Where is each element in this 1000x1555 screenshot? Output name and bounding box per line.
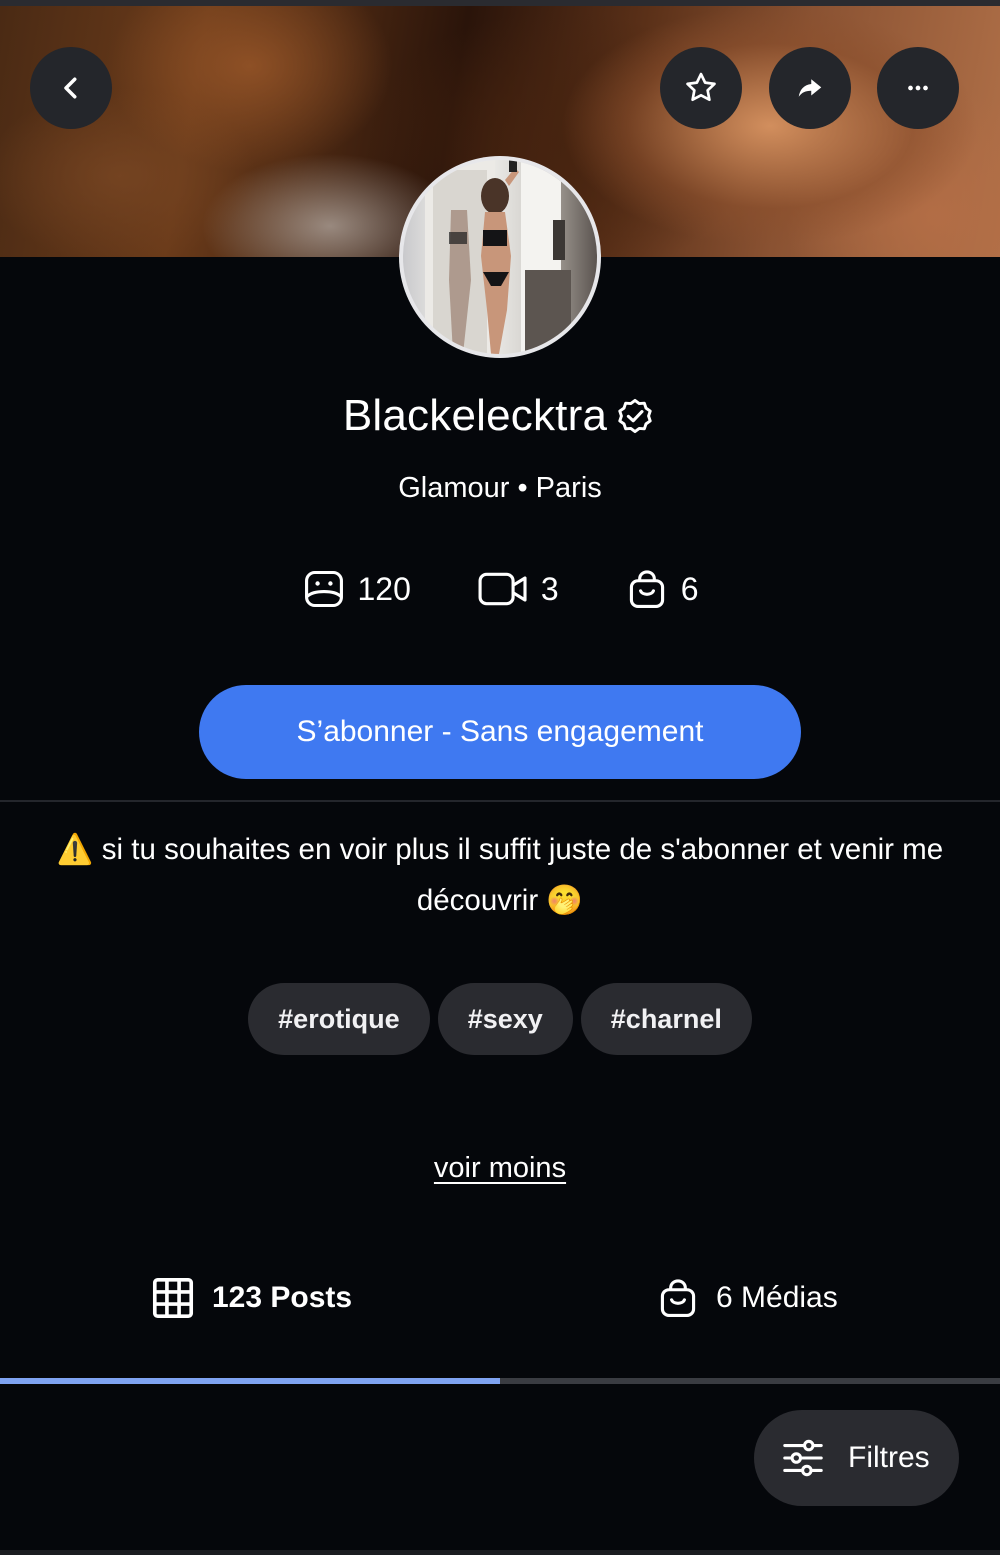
avatar-photo — [403, 160, 597, 354]
photo-icon — [304, 570, 343, 608]
subscribe-button[interactable]: S’abonner - Sans engagement — [199, 685, 801, 779]
stat-photos: 120 — [302, 567, 411, 611]
bottom-divider — [0, 1550, 1000, 1555]
stat-products: 6 — [625, 567, 699, 611]
see-less-row: voir moins — [0, 1152, 1000, 1185]
stat-photos-value: 120 — [357, 570, 411, 607]
see-less-link[interactable]: voir moins — [434, 1152, 566, 1184]
verified-badge-icon — [618, 398, 652, 434]
hashtags: #erotique #sexy #charnel — [0, 983, 1000, 1055]
shopping-bag-icon — [629, 570, 664, 608]
profile-name-row: Blackelecktra — [0, 384, 1000, 448]
tag-chip[interactable]: #charnel — [580, 983, 752, 1055]
tab-media[interactable]: 6 Médias — [656, 1268, 838, 1328]
stat-videos-value: 3 — [540, 570, 559, 607]
star-icon — [686, 72, 716, 102]
tab-posts[interactable]: 123 Posts — [150, 1268, 352, 1328]
sliders-icon — [783, 1439, 823, 1477]
filters-button[interactable]: Filtres — [754, 1410, 959, 1506]
bio-body: si tu souhaites en voir plus il suffit j… — [101, 833, 944, 917]
shopping-bag-icon — [660, 1279, 696, 1317]
username: Blackelecktra — [342, 391, 608, 440]
filters-label: Filtres — [848, 1441, 930, 1474]
stat-products-value: 6 — [680, 570, 699, 607]
favorite-button[interactable] — [660, 47, 742, 129]
blush-emoji: 🤭 — [546, 883, 584, 917]
more-button[interactable] — [877, 47, 959, 129]
stats-row: 120 3 6 — [0, 562, 1000, 616]
profile-subtitle: Glamour • Paris — [398, 472, 602, 504]
bio-text: ⚠️ si tu souhaites en voir plus il suffi… — [40, 824, 960, 926]
tab-active-indicator — [0, 1378, 500, 1384]
tag-chip[interactable]: #erotique — [248, 983, 430, 1055]
tab-media-label: 6 Médias — [716, 1281, 838, 1314]
share-button[interactable] — [769, 47, 851, 129]
divider — [0, 800, 1000, 802]
tag-chip[interactable]: #sexy — [437, 983, 573, 1055]
stat-videos: 3 — [477, 567, 559, 611]
warning-emoji: ⚠️ — [56, 832, 94, 866]
more-horizontal-icon — [908, 85, 928, 91]
grid-icon — [152, 1277, 194, 1319]
video-icon — [478, 572, 527, 606]
chevron-left-icon — [64, 77, 77, 99]
tab-posts-label: 123 Posts — [212, 1281, 353, 1314]
share-arrow-icon — [798, 79, 822, 97]
back-button[interactable] — [30, 47, 112, 129]
tab-track — [0, 1378, 1000, 1384]
avatar[interactable] — [399, 156, 601, 358]
